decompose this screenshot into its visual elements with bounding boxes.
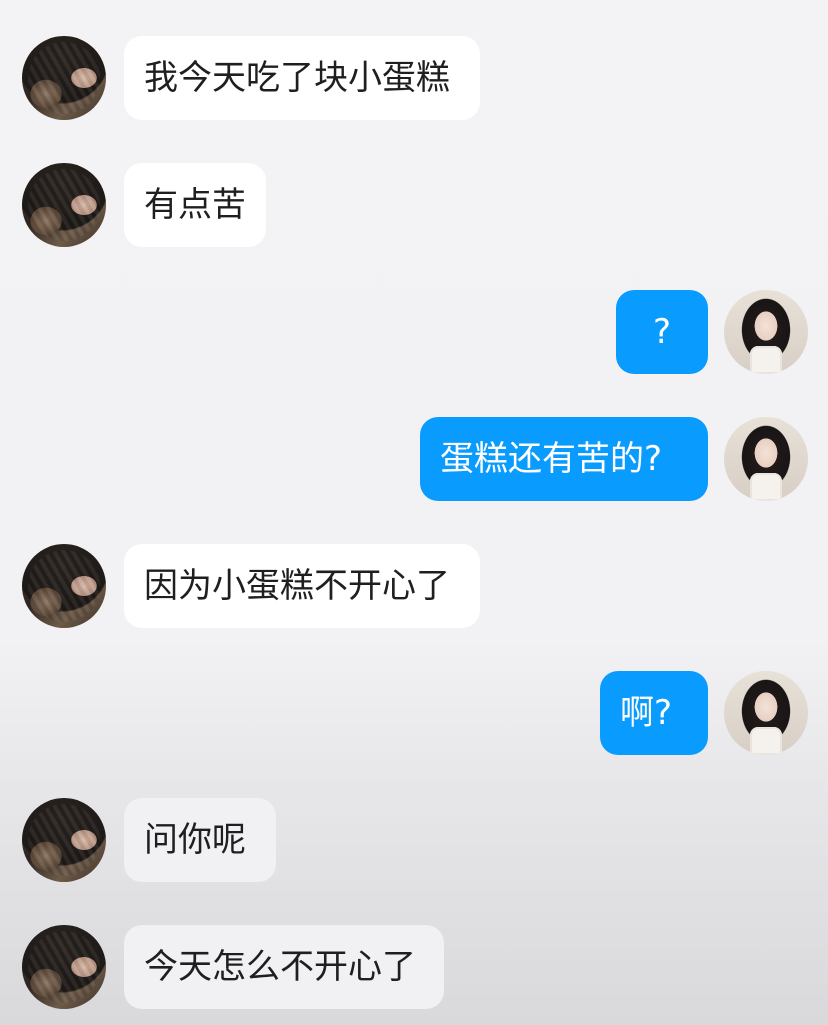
- incoming-message-bubble[interactable]: 问你呢: [124, 798, 276, 882]
- outgoing-message-bubble[interactable]: 蛋糕还有苦的?: [420, 417, 708, 501]
- message-row-incoming: 问你呢: [0, 798, 828, 888]
- user-avatar[interactable]: [724, 671, 808, 755]
- contact-avatar[interactable]: [22, 544, 106, 628]
- chat-thread: 我今天吃了块小蛋糕 有点苦 ? 蛋糕还有苦的? 因为小蛋糕不开心了 啊? 问你呢…: [0, 0, 828, 1025]
- contact-avatar[interactable]: [22, 163, 106, 247]
- outgoing-message-bubble[interactable]: 啊?: [600, 671, 708, 755]
- message-row-incoming: 我今天吃了块小蛋糕: [0, 36, 828, 126]
- message-row-incoming: 有点苦: [0, 163, 828, 253]
- user-avatar[interactable]: [724, 417, 808, 501]
- incoming-message-bubble[interactable]: 今天怎么不开心了: [124, 925, 444, 1009]
- message-row-outgoing: 啊?: [0, 671, 828, 761]
- incoming-message-bubble[interactable]: 因为小蛋糕不开心了: [124, 544, 480, 628]
- message-row-outgoing: ?: [0, 290, 828, 380]
- contact-avatar[interactable]: [22, 798, 106, 882]
- message-row-incoming: 因为小蛋糕不开心了: [0, 544, 828, 634]
- user-avatar[interactable]: [724, 290, 808, 374]
- outgoing-message-bubble[interactable]: ?: [616, 290, 708, 374]
- message-row-incoming: 今天怎么不开心了: [0, 925, 828, 1015]
- incoming-message-bubble[interactable]: 我今天吃了块小蛋糕: [124, 36, 480, 120]
- incoming-message-bubble[interactable]: 有点苦: [124, 163, 266, 247]
- contact-avatar[interactable]: [22, 36, 106, 120]
- message-row-outgoing: 蛋糕还有苦的?: [0, 417, 828, 507]
- contact-avatar[interactable]: [22, 925, 106, 1009]
